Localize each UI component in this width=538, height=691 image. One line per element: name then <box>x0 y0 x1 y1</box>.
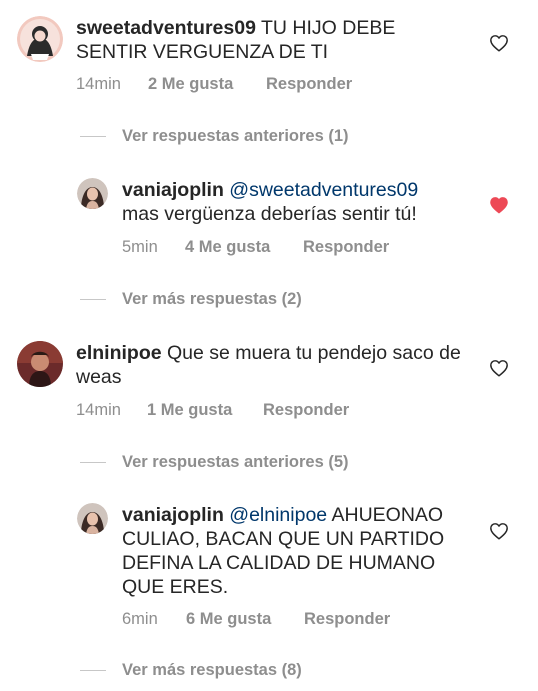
divider-line <box>80 462 106 463</box>
comment-time: 14min <box>76 401 121 419</box>
comment-body: mas vergüenza deberías sentir tú! <box>122 203 417 225</box>
comment-text: elninipoe Que se muera tu pendejo saco d… <box>76 341 461 389</box>
mention-link[interactable]: @sweetadventures09 <box>229 179 418 201</box>
likes-count[interactable]: 1 Me gusta <box>147 401 232 420</box>
avatar[interactable] <box>17 341 63 387</box>
avatar[interactable] <box>77 178 108 209</box>
reply-button[interactable]: Responder <box>263 401 349 420</box>
avatar[interactable] <box>17 16 63 62</box>
comment-username[interactable]: vaniajoplin <box>122 504 224 526</box>
view-previous-replies-button[interactable]: Ver respuestas anteriores (1) <box>122 127 349 146</box>
like-heart-icon[interactable] <box>489 34 509 52</box>
avatar[interactable] <box>77 503 108 534</box>
divider-line <box>80 670 106 671</box>
like-heart-icon[interactable] <box>489 522 509 540</box>
view-more-replies-button[interactable]: Ver más respuestas (2) <box>122 290 302 309</box>
divider-line <box>80 136 106 137</box>
comment-text: sweetadventures09 TU HIJO DEBE SENTIR VE… <box>76 16 436 64</box>
reply-button[interactable]: Responder <box>303 238 389 257</box>
comment-username[interactable]: vaniajoplin <box>122 179 224 201</box>
comment-meta: 14min 1 Me gusta Responder <box>76 401 396 421</box>
comment-time: 14min <box>76 75 121 93</box>
likes-count[interactable]: 4 Me gusta <box>185 238 270 257</box>
comment-time: 5min <box>122 238 158 256</box>
likes-count[interactable]: 6 Me gusta <box>186 610 271 629</box>
view-more-replies-button[interactable]: Ver más respuestas (8) <box>122 661 302 680</box>
divider-line <box>80 299 106 300</box>
view-previous-replies-button[interactable]: Ver respuestas anteriores (5) <box>122 453 349 472</box>
comment-username[interactable]: sweetadventures09 <box>76 17 256 39</box>
reply-button[interactable]: Responder <box>304 610 390 629</box>
liked-heart-icon[interactable] <box>489 196 509 214</box>
like-heart-icon[interactable] <box>489 359 509 377</box>
comment-meta: 5min 4 Me gusta Responder <box>122 238 442 258</box>
comment-time: 6min <box>122 610 158 628</box>
comment-text: vaniajoplin @sweetadventures09 mas vergü… <box>122 178 472 226</box>
comment-text: vaniajoplin @elninipoe AHUEONAO CULIAO, … <box>122 503 462 599</box>
likes-count[interactable]: 2 Me gusta <box>148 75 233 94</box>
reply-button[interactable]: Responder <box>266 75 352 94</box>
comment-username[interactable]: elninipoe <box>76 342 162 364</box>
comment-meta: 6min 6 Me gusta Responder <box>122 610 442 630</box>
mention-link[interactable]: @elninipoe <box>229 504 327 526</box>
comment-meta: 14min 2 Me gusta Responder <box>76 75 396 95</box>
